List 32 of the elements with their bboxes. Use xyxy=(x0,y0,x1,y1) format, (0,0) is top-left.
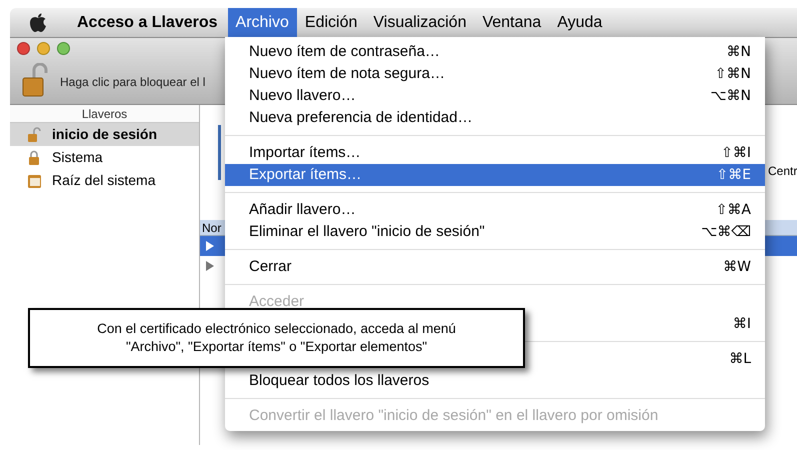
sidebar-header: Llaveros xyxy=(10,105,199,123)
menu-item[interactable]: Añadir llavero… ⇧⌘A xyxy=(225,199,765,221)
apple-icon[interactable] xyxy=(29,12,47,32)
open-padlock-icon[interactable] xyxy=(22,63,48,97)
menu-item[interactable]: Nuevo ítem de contraseña… ⌘N xyxy=(225,41,765,63)
pane-edge xyxy=(218,125,221,180)
menu-title[interactable]: Edición xyxy=(296,8,366,37)
menu-item[interactable]: Bloquear todos los llaveros xyxy=(225,370,765,392)
menu-item[interactable]: Nueva preferencia de identidad… xyxy=(225,107,765,129)
zoom-button[interactable] xyxy=(57,42,70,55)
menu-title[interactable]: Visualización xyxy=(365,8,474,37)
menu-item[interactable]: Nuevo ítem de nota segura… ⇧⌘N xyxy=(225,63,765,85)
menu-item[interactable]: Nuevo llavero… ⌥⌘N xyxy=(225,85,765,107)
sidebar-item[interactable]: Sistema xyxy=(10,146,199,169)
app-name[interactable]: Acceso a Llaveros xyxy=(67,10,228,34)
lock-hint-text: Haga clic para bloquear el l xyxy=(60,74,206,91)
close-button[interactable] xyxy=(17,42,30,55)
minimize-button[interactable] xyxy=(37,42,50,55)
menu-item[interactable]: Cerrar ⌘W xyxy=(225,256,765,278)
callout-text: Con el certificado electrónico seleccionado, acceda al menú xyxy=(97,320,456,338)
callout-text: "Archivo", "Exportar ítems" o "Exportar elementos" xyxy=(126,338,428,356)
sidebar-item[interactable]: Raíz del sistema xyxy=(10,169,199,192)
menu-title[interactable]: Ayuda xyxy=(549,8,610,37)
menu-title[interactable]: Ventana xyxy=(474,8,550,37)
folder-icon xyxy=(27,172,42,188)
open-padlock-icon xyxy=(27,126,42,142)
detail-text: Centr xyxy=(768,163,797,180)
padlock-icon xyxy=(27,150,42,166)
sidebar-item[interactable]: inicio de sesión xyxy=(10,123,199,146)
menu-item[interactable]: Exportar ítems… ⇧⌘E xyxy=(225,164,765,186)
menu-item[interactable]: Importar ítems… ⇧⌘I xyxy=(225,142,765,164)
menu-title[interactable]: Archivo xyxy=(228,8,297,37)
